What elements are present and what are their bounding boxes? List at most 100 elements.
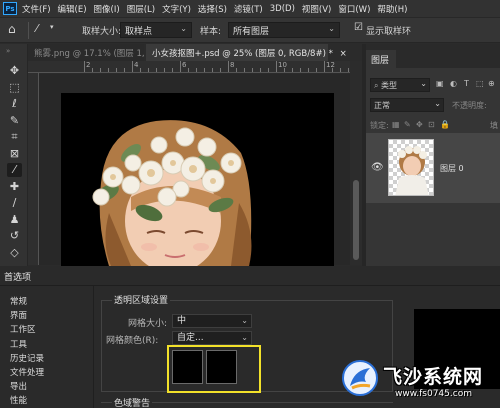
menu-file[interactable]: 文件(F) (22, 3, 51, 15)
filter-shape-icon[interactable]: ⬚ (476, 79, 484, 88)
sample-select[interactable]: 所有图层 ⌄ (228, 22, 340, 38)
grid-color-swatch-2[interactable] (206, 350, 237, 384)
ruler-minor-tick (244, 68, 245, 72)
scrollbar-thumb[interactable] (353, 180, 359, 260)
girl-photo (92, 120, 252, 266)
lock-artboard-icon[interactable]: ⊡ (428, 120, 435, 129)
chevron-down-icon: ⌄ (434, 99, 441, 108)
document-canvas[interactable] (61, 93, 334, 266)
grid-size-label: 网格大小: (128, 319, 168, 329)
menu-layer[interactable]: 图层(L) (127, 3, 155, 15)
prefs-nav-item[interactable]: 工具 (10, 338, 27, 350)
tool-preset-chevron-icon[interactable]: ▾ (50, 23, 54, 31)
layer-name[interactable]: 图层 0 (440, 163, 464, 174)
nav-divider (93, 286, 94, 408)
ruler-minor-tick (220, 68, 221, 72)
layer-thumbnail (388, 139, 434, 196)
ruler-minor-tick (156, 68, 157, 72)
ruler-label: 6 (182, 61, 187, 69)
divider (28, 22, 29, 39)
lock-all-icon[interactable]: 🔒 (440, 120, 450, 129)
ruler-minor-tick (284, 68, 285, 72)
stamp-tool-icon[interactable]: ♟ (7, 213, 22, 227)
grid-color-swatch-1[interactable] (172, 350, 203, 384)
marquee-tool-icon[interactable]: ⬚ (7, 81, 22, 95)
sample-size-select[interactable]: 取样点 ⌄ (120, 22, 192, 38)
tab-layers[interactable]: 图层 (366, 50, 396, 68)
ruler-minor-tick (252, 68, 253, 72)
prefs-nav-item[interactable]: 导出 (10, 380, 27, 392)
ruler-left (28, 73, 39, 265)
layer-filter-select[interactable]: ⌕ 类型 ⌄ (370, 78, 430, 92)
chevron-down-icon: ⌄ (241, 333, 248, 342)
history-brush-tool-icon[interactable]: ↺ (7, 229, 22, 243)
ruler-minor-tick (172, 68, 173, 72)
blend-mode-select[interactable]: 正常 ⌄ (370, 98, 444, 112)
prefs-nav-item[interactable]: 界面 (10, 309, 27, 321)
ruler-minor-tick (204, 68, 205, 72)
gamut-warning-title: 色域警告 (112, 396, 153, 408)
close-icon[interactable]: × (340, 49, 347, 59)
menu-help[interactable]: 帮助(H) (377, 3, 407, 15)
filter-pixel-icon[interactable]: ▣ (436, 79, 444, 88)
lock-position-icon[interactable]: ✥ (416, 120, 423, 129)
watermark-text: 飞沙系统网 (383, 366, 484, 388)
home-icon[interactable]: ⌂ (8, 22, 16, 36)
lock-paint-icon[interactable]: ✎ (404, 120, 411, 129)
quick-select-tool-icon[interactable]: ✎ (7, 114, 22, 128)
ruler-label: 4 (134, 61, 139, 69)
frame-tool-icon[interactable]: ⊠ (7, 147, 22, 161)
menu-filter[interactable]: 滤镜(T) (234, 3, 263, 15)
prefs-nav-item[interactable]: 性能 (10, 394, 27, 406)
sample-label: 样本: (200, 27, 222, 37)
menu-type[interactable]: 文字(Y) (162, 3, 191, 15)
ruler-minor-tick (124, 68, 125, 72)
menu-window[interactable]: 窗口(W) (338, 3, 370, 15)
brush-tool-icon[interactable]: ∕ (7, 196, 22, 210)
lasso-tool-icon[interactable]: ℓ (7, 97, 22, 111)
tab-label: 熊雾.png @ 17.1% (图层 1, RGB/8#) (34, 49, 144, 59)
ruler-minor-tick (332, 68, 333, 72)
blend-mode-value: 正常 (374, 101, 390, 110)
prefs-nav-item[interactable]: 历史记录 (10, 352, 44, 364)
tab-document-2[interactable]: 小女孩抠图+.psd @ 25% (图层 0, RGB/8#) * × (146, 44, 347, 61)
lock-pixels-icon[interactable]: ▦ (392, 120, 400, 129)
healing-tool-icon[interactable]: ✚ (7, 180, 22, 194)
eyedropper-icon[interactable]: ⁄ (36, 22, 38, 35)
eye-icon[interactable]: 👁 (371, 162, 384, 173)
crop-tool-icon[interactable]: ⌗ (7, 130, 22, 144)
tab-label: 小女孩抠图+.psd @ 25% (图层 0, RGB/8#) * (152, 49, 333, 59)
menu-select[interactable]: 选择(S) (198, 3, 227, 15)
ruler-minor-tick (92, 68, 93, 72)
ruler-tick (180, 61, 181, 72)
ruler-minor-tick (108, 68, 109, 72)
filter-adjust-icon[interactable]: ◐ (450, 79, 457, 88)
ruler-tick (324, 61, 325, 72)
grid-size-select[interactable]: 中 ⌄ (172, 314, 252, 328)
ruler-label: 2 (86, 61, 91, 69)
layer-filter-value: 类型 (381, 81, 398, 90)
eraser-tool-icon[interactable]: ◇ (7, 246, 22, 260)
show-ring-checkbox[interactable]: ☑ (354, 22, 363, 33)
eyedropper-tool-icon[interactable]: ⁄ (7, 163, 22, 177)
filter-search-icon: ⌕ (374, 81, 382, 90)
prefs-nav-item[interactable]: 文件处理 (10, 366, 44, 378)
ruler-minor-tick (164, 68, 165, 72)
sample-size-label: 取样大小: (82, 27, 122, 37)
menu-edit[interactable]: 编辑(E) (58, 3, 87, 15)
filter-smart-icon[interactable]: ⊕ (488, 79, 495, 88)
menu-view[interactable]: 视图(V) (302, 3, 331, 15)
ruler-label: 10 (278, 61, 287, 69)
move-tool-icon[interactable]: ✥ (7, 64, 22, 78)
grid-color-select[interactable]: 自定... ⌄ (172, 331, 252, 345)
prefs-nav-item[interactable]: 工作区 (10, 323, 36, 335)
menu-image[interactable]: 图像(I) (94, 3, 120, 15)
chevron-down-icon: ⌄ (420, 79, 427, 88)
ruler-minor-tick (188, 68, 189, 72)
tab-document-1[interactable]: 熊雾.png @ 17.1% (图层 1, RGB/8#) (28, 44, 144, 61)
prefs-nav-item[interactable]: 常规 (10, 295, 27, 307)
collapse-icon[interactable]: » (6, 47, 10, 55)
menu-3d[interactable]: 3D(D) (270, 4, 295, 14)
ruler-tick (84, 61, 85, 72)
filter-type-icon[interactable]: T (464, 79, 469, 88)
